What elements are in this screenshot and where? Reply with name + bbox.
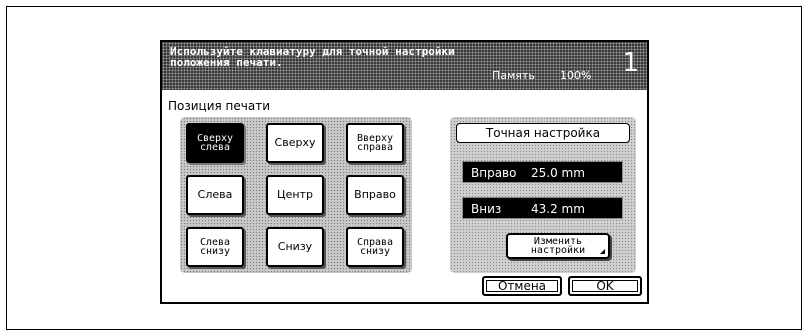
header-bar: Используйте клавиатуру для точной настро… [162,42,647,90]
change-settings-label: Изменить настройки [530,236,586,256]
position-top-button[interactable]: Сверху [266,123,324,163]
cancel-button[interactable]: Отмена [482,276,562,296]
position-bottom-button[interactable]: Снизу [266,227,324,267]
down-offset-label: Вниз [471,202,502,216]
position-top-right-button[interactable]: Вверху справа [346,123,404,163]
memory-label: Память [492,69,535,82]
print-position-dialog: Используйте клавиатуру для точной настро… [160,40,649,304]
section-title: Позиция печати [168,99,271,113]
right-offset-label: Вправо [471,166,517,180]
position-right-button[interactable]: Вправо [346,175,404,215]
ok-button[interactable]: OK [568,276,642,296]
down-offset-value: 43.2 mm [531,202,585,216]
position-bottom-right-button[interactable]: Справа снизу [346,227,404,267]
popup-corner-icon [600,249,605,254]
position-bottom-left-button[interactable]: Слева снизу [186,227,244,267]
down-offset-readout: Вниз 43.2 mm [462,197,623,219]
right-offset-readout: Вправо 25.0 mm [462,161,623,183]
change-settings-button[interactable]: Изменить настройки [506,233,610,259]
fine-adjust-panel: Точная настройка Вправо 25.0 mm Вниз 43.2 … [450,117,636,273]
position-left-button[interactable]: Слева [186,175,244,215]
header-message: Используйте клавиатуру для точной настро… [170,45,455,69]
position-top-left-button[interactable]: Сверху слева [186,123,244,163]
position-grid: Сверху слева Сверху Вверху справа Слева … [180,117,412,273]
right-offset-value: 25.0 mm [531,166,585,180]
memory-value: 100% [560,69,592,82]
fine-adjust-title: Точная настройка [456,123,630,143]
position-center-button[interactable]: Центр [266,175,324,215]
copies-count: 1 [622,48,639,78]
